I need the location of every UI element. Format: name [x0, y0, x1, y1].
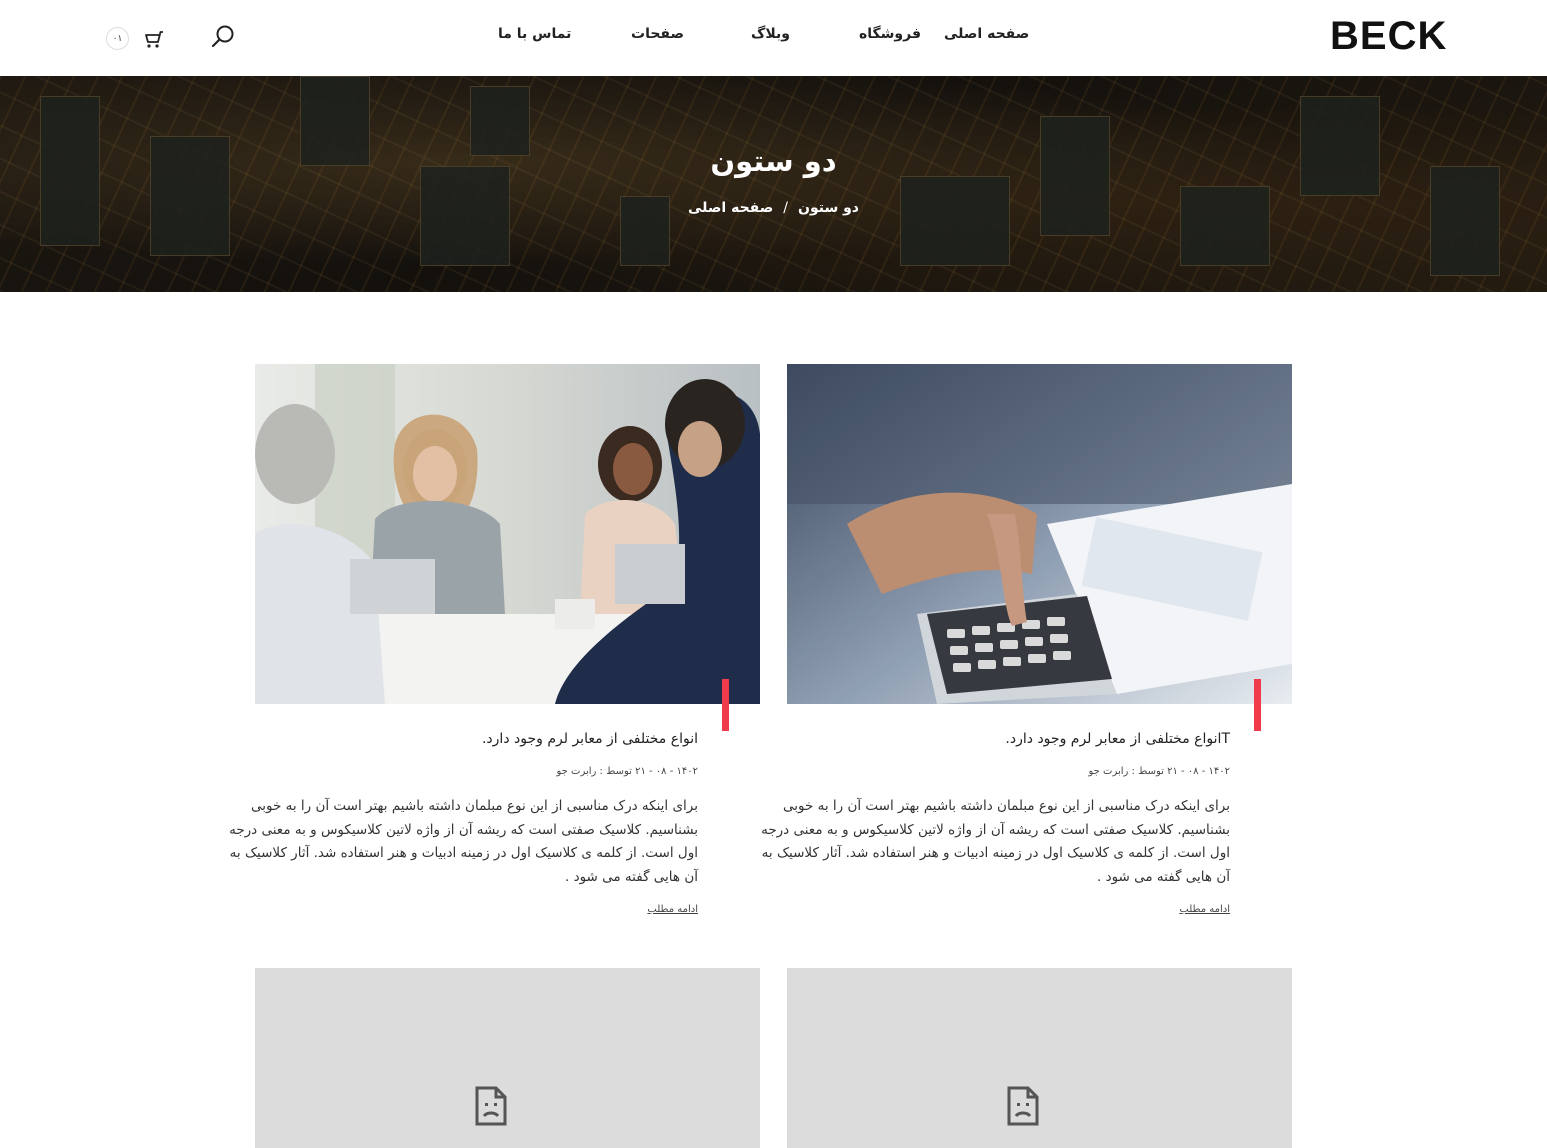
post-title[interactable]: انواع مختلفی از معابر لرم وجود دارد.: [238, 731, 698, 747]
read-more-link[interactable]: ادامه مطلب: [398, 904, 698, 915]
post-title[interactable]: Tانواع مختلفی از معابر لرم وجود دارد.: [770, 731, 1230, 747]
broken-image-icon: [475, 1086, 507, 1126]
broken-image-icon: [1007, 1086, 1039, 1126]
site-header: BECK صفحه اصلی فروشگاه وبلاگ صفحات تماس …: [0, 0, 1547, 76]
accent-bar: [722, 679, 729, 731]
hero-banner: دو ستون دو ستون / صفحه اصلی: [0, 76, 1547, 292]
calculator-photo[interactable]: [787, 364, 1292, 704]
accent-bar: [1254, 679, 1261, 731]
breadcrumb-separator: /: [783, 200, 788, 216]
post-meta: ۱۴۰۲ - ۰۸ - ۲۱ توسط : رابرت جو: [1088, 766, 1231, 777]
breadcrumb: دو ستون / صفحه اصلی: [0, 200, 1547, 216]
post-excerpt: برای اینکه درک مناسبی از این نوع مبلمان …: [761, 798, 1230, 885]
nav-pages[interactable]: صفحات: [631, 26, 684, 42]
nav-home[interactable]: صفحه اصلی: [944, 26, 1029, 42]
breadcrumb-current: دو ستون: [798, 200, 859, 216]
post-excerpt: برای اینکه درک مناسبی از این نوع مبلمان …: [229, 798, 698, 885]
nav-shop[interactable]: فروشگاه: [859, 26, 921, 42]
nav-contact[interactable]: تماس با ما: [498, 26, 571, 42]
post-image-placeholder[interactable]: [787, 968, 1292, 1148]
post-image-placeholder[interactable]: [255, 968, 760, 1148]
nav-blog[interactable]: وبلاگ: [751, 26, 790, 42]
meeting-photo[interactable]: [255, 364, 760, 704]
search-icon[interactable]: [210, 24, 236, 50]
read-more-link[interactable]: ادامه مطلب: [930, 904, 1230, 915]
cart-count-badge[interactable]: ۰۱: [106, 27, 129, 50]
post-meta: ۱۴۰۲ - ۰۸ - ۲۱ توسط : رابرت جو: [556, 766, 699, 777]
cart-icon[interactable]: [141, 27, 165, 51]
page-title: دو ستون: [710, 144, 837, 178]
breadcrumb-home[interactable]: صفحه اصلی: [688, 200, 773, 216]
logo[interactable]: BECK: [1330, 14, 1447, 59]
